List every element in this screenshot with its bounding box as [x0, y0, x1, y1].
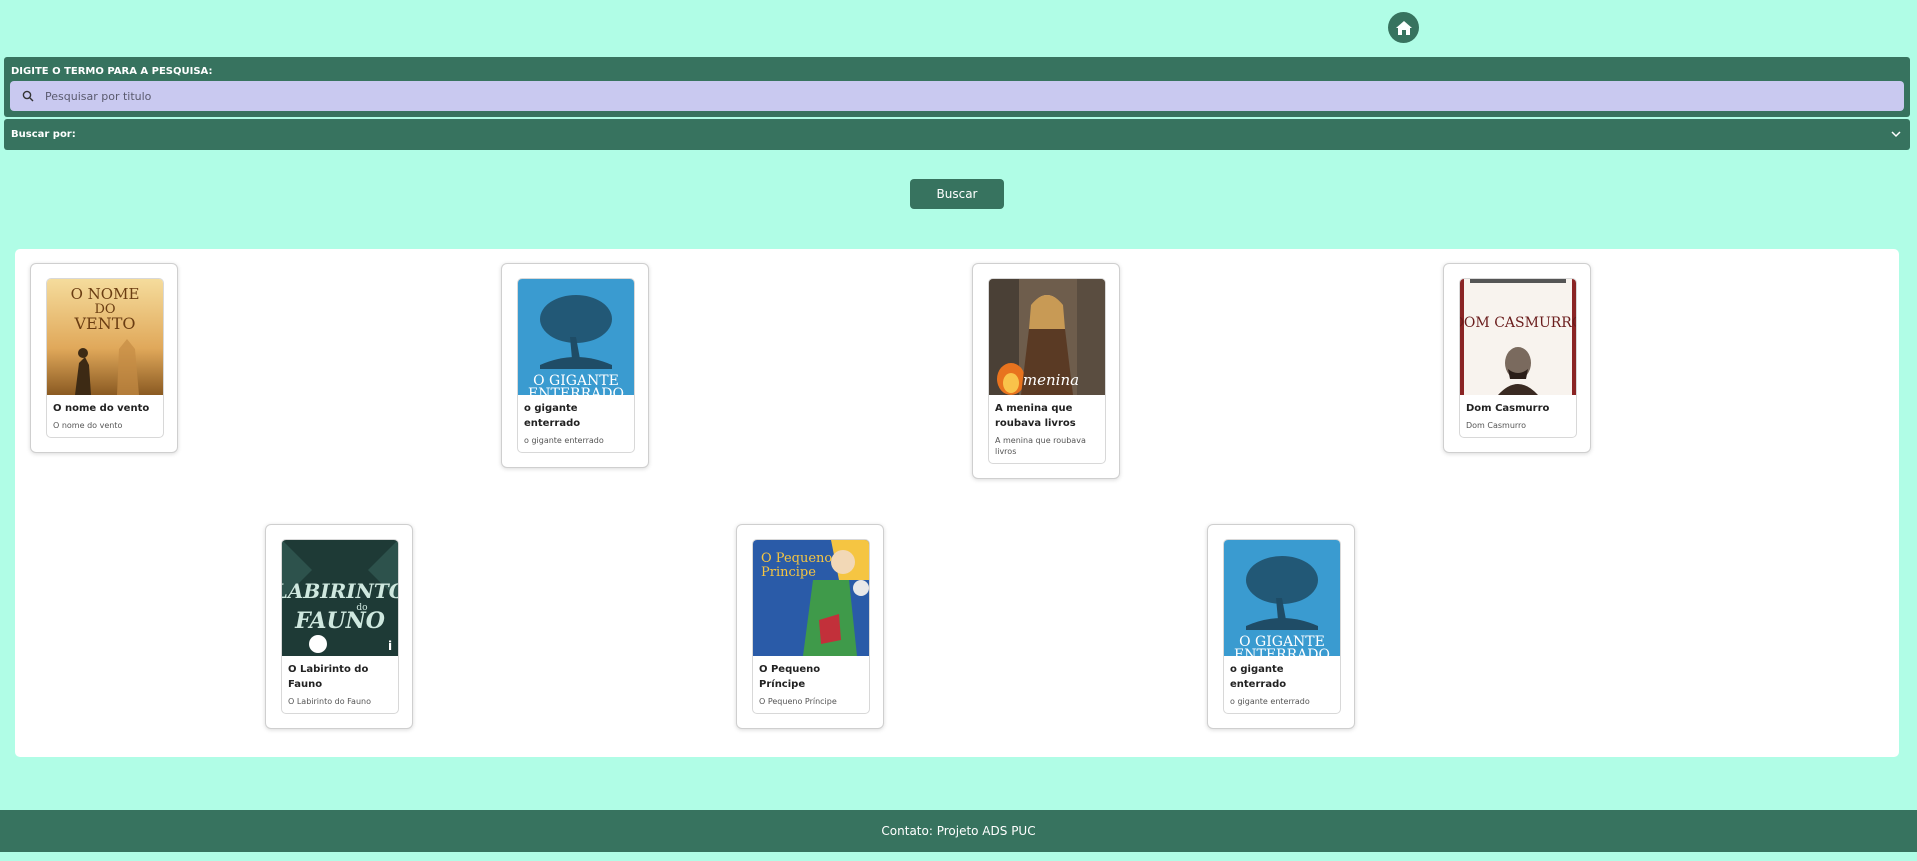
book-card[interactable]: O NOME DO VENTO O nome do vento O nome d…	[30, 263, 178, 453]
book-title: O nome do vento	[53, 403, 150, 414]
results-panel: O NOME DO VENTO O nome do vento O nome d…	[15, 249, 1899, 757]
book-cover: LABIRINTO do FAUNO i	[282, 540, 398, 656]
book-title: A menina que roubava livros	[995, 403, 1076, 429]
book-title: O Labirinto do Fauno	[288, 664, 369, 690]
book-cover: DOM CASMURRO	[1460, 279, 1576, 395]
search-panel: DIGITE O TERMO PARA A PESQUISA:	[4, 57, 1910, 117]
book-title: O Pequeno Príncipe	[759, 664, 821, 690]
search-by-dropdown[interactable]: Buscar por:	[4, 119, 1910, 150]
book-subtitle: Dom Casmurro	[1466, 421, 1527, 430]
book-subtitle: O Labirinto do Fauno	[288, 697, 371, 706]
search-button[interactable]: Buscar	[910, 179, 1004, 209]
svg-text:DOM CASMURRO: DOM CASMURRO	[1460, 315, 1576, 331]
book-card[interactable]: O Pequeno Principe O Pequeno Príncipe O …	[736, 524, 884, 729]
search-by-label: Buscar por:	[11, 129, 76, 140]
book-cover: O GIGANTE ENTERRADO	[518, 279, 634, 395]
book-card[interactable]: O GIGANTE ENTERRADO o gigante enterrado …	[501, 263, 649, 468]
book-subtitle: o gigante enterrado	[1230, 697, 1310, 706]
book-title: o gigante enterrado	[1230, 664, 1287, 690]
footer-contact: Contato: Projeto ADS PUC	[881, 824, 1036, 838]
footer: Contato: Projeto ADS PUC	[0, 810, 1917, 852]
search-box[interactable]	[10, 81, 1904, 111]
svg-text:ENTERRADO: ENTERRADO	[528, 386, 624, 395]
book-cover: menina	[989, 279, 1105, 395]
svg-text:ENTERRADO: ENTERRADO	[1234, 647, 1330, 656]
svg-text:LABIRINTO: LABIRINTO	[282, 579, 398, 603]
book-card[interactable]: LABIRINTO do FAUNO i O Labirinto do Faun…	[265, 524, 413, 729]
book-title: Dom Casmurro	[1466, 403, 1550, 414]
book-card[interactable]: O GIGANTE ENTERRADO o gigante enterrado …	[1207, 524, 1355, 729]
home-button[interactable]	[1388, 12, 1419, 43]
search-label: DIGITE O TERMO PARA A PESQUISA:	[11, 66, 213, 77]
svg-text:VENTO: VENTO	[73, 314, 135, 333]
svg-text:FAUNO: FAUNO	[294, 608, 385, 634]
svg-text:O Pequeno: O Pequeno	[761, 551, 832, 566]
book-subtitle: O Pequeno Príncipe	[759, 697, 837, 706]
search-icon	[22, 90, 34, 102]
book-card[interactable]: DOM CASMURRO Dom Casmurro Dom Casmurro	[1443, 263, 1591, 453]
svg-text:i: i	[388, 639, 392, 653]
chevron-down-icon	[1891, 131, 1901, 138]
search-input[interactable]	[43, 88, 1887, 104]
book-cover: O NOME DO VENTO	[47, 279, 163, 395]
book-subtitle: o gigante enterrado	[524, 436, 604, 445]
book-card[interactable]: menina A menina que roubava livros A men…	[972, 263, 1120, 479]
svg-text:menina: menina	[1023, 371, 1079, 389]
svg-text:O NOME: O NOME	[71, 285, 140, 303]
book-title: o gigante enterrado	[524, 403, 581, 429]
svg-text:Principe: Principe	[761, 565, 816, 580]
book-cover: O Pequeno Principe	[753, 540, 869, 656]
book-subtitle: A menina que roubava livros	[995, 436, 1086, 456]
home-icon	[1395, 20, 1412, 35]
book-cover: O GIGANTE ENTERRADO	[1224, 540, 1340, 656]
book-subtitle: O nome do vento	[53, 421, 123, 430]
